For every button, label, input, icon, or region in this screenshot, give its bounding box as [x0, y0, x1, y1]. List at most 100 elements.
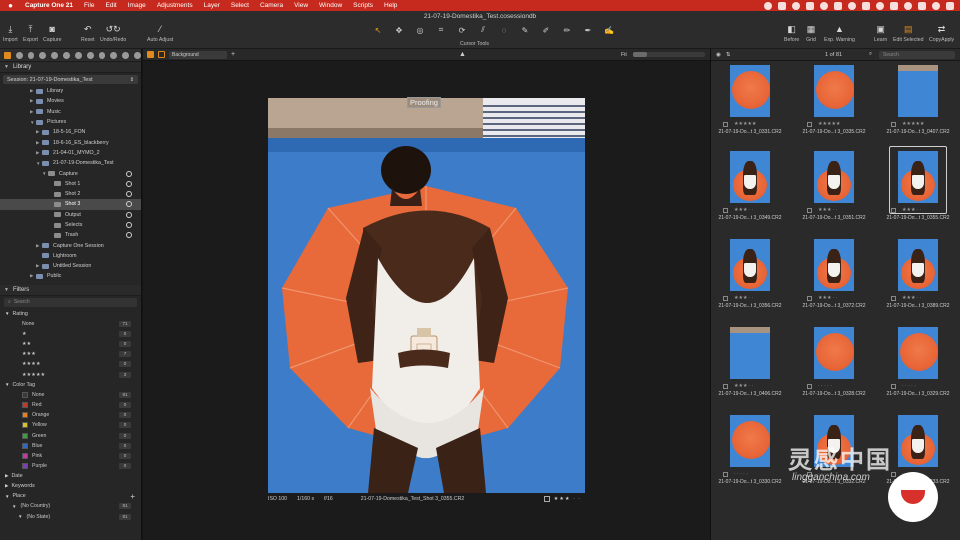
select-checkbox-icon[interactable] [723, 471, 728, 477]
select-checkbox-icon[interactable] [807, 383, 812, 389]
tree-item[interactable]: ▶ Untitled Session [0, 261, 141, 271]
main-photo[interactable] [268, 98, 585, 493]
viewer-single-icon[interactable] [158, 51, 165, 58]
tree-item-shot[interactable]: Shot 1 [0, 179, 141, 189]
status-tray-icon[interactable] [946, 1, 954, 10]
pointer-tool-icon[interactable]: ↖ [372, 25, 384, 35]
loupe-tool-icon[interactable]: ◎ [414, 25, 426, 35]
output-tab-icon[interactable] [110, 51, 118, 59]
pan-tool-icon[interactable]: ✥ [393, 25, 405, 35]
style-tab-icon[interactable] [63, 51, 70, 59]
color-tag-filter-row[interactable]: Orange 0 [0, 410, 141, 420]
status-tray-icon[interactable] [806, 1, 814, 10]
rating-filter-row[interactable]: ★ 0 [0, 329, 141, 339]
keystone-tool-icon[interactable]: ⫽ [477, 25, 489, 35]
picker-tool-icon[interactable]: ✎ [519, 25, 531, 35]
auto-adjust-button[interactable]: ⁄ Auto Adjust [147, 24, 173, 43]
import-button[interactable]: ⤓ Import [3, 24, 18, 44]
select-checkbox-icon[interactable] [723, 207, 728, 213]
rating-filter-row[interactable]: ★★★ 7 [0, 349, 141, 359]
color-tab-icon[interactable] [39, 51, 47, 59]
warning-icon[interactable]: ▲ [459, 51, 466, 58]
place-section-header[interactable]: ▼ Place + [0, 491, 141, 501]
eraser-tool-icon[interactable]: ✏ [561, 25, 573, 35]
status-tray-icon[interactable] [834, 1, 842, 10]
tree-item-output[interactable]: Output [0, 210, 141, 220]
menu-file[interactable]: File [84, 2, 94, 9]
menu-app-name[interactable]: Capture One 21 [25, 2, 73, 9]
select-checkbox-icon[interactable] [807, 121, 812, 127]
tree-item[interactable]: ▶ 18-5-16_FON [0, 127, 141, 137]
gradient-tool-icon[interactable]: ✒ [582, 25, 594, 35]
batch-tab-icon[interactable] [122, 51, 130, 59]
add-icon[interactable]: + [130, 492, 135, 501]
menu-select[interactable]: Select [231, 2, 249, 9]
eye-icon[interactable]: ◉ [716, 52, 721, 58]
edit-selected-button[interactable]: ▤ Edit Selected [893, 24, 924, 44]
status-tray-icon[interactable] [918, 1, 926, 10]
menu-adjustments[interactable]: Adjustments [157, 2, 193, 9]
tree-item-trash[interactable]: Trash [0, 230, 141, 240]
thumbnail-stars[interactable]: ★★★★★ [902, 121, 924, 127]
background-style-select[interactable]: Background [169, 50, 227, 59]
brush-tool-icon[interactable]: ✐ [540, 25, 552, 35]
zoom-fit-label[interactable]: Fit [621, 52, 627, 58]
metadata-tab-icon[interactable] [98, 51, 106, 59]
menu-layer[interactable]: Layer [204, 2, 220, 9]
spot-tool-icon[interactable]: ◌ [498, 25, 510, 35]
select-checkbox-icon[interactable] [723, 383, 728, 389]
rating-section-header[interactable]: ▼ Rating [0, 309, 141, 319]
menu-view[interactable]: View [294, 2, 308, 9]
tree-item-selects[interactable]: Selects [0, 220, 141, 230]
tree-item[interactable]: ▼ 21-07-19-Domestika_Test [0, 158, 141, 168]
rotate-tool-icon[interactable]: ⟳ [456, 25, 468, 35]
session-selector[interactable]: Session: 21-07-19-Domestika_Test ⇕ [3, 75, 138, 84]
thumbnail[interactable]: ★★★ · · 21-07-19-Do...t 3_0351.CR2 [795, 149, 871, 237]
viewer-mode-icon[interactable] [147, 51, 154, 58]
select-checkbox-icon[interactable] [723, 121, 728, 127]
rating-filter-row[interactable]: ★★★★★ 3 [0, 370, 141, 380]
thumbnail-stars[interactable]: ★★★★★ [818, 121, 840, 127]
thumbnail-stars[interactable]: ★★★ · · [818, 295, 838, 301]
thumbnail-stars[interactable]: ★★★ · · [902, 207, 922, 213]
tree-item[interactable]: ▶ Movies [0, 96, 141, 106]
color-tag-section-header[interactable]: ▼ Color Tag [0, 380, 141, 390]
select-checkbox-icon[interactable] [807, 295, 812, 301]
undo-redo-button[interactable]: ↺↻ Undo/Redo [100, 24, 126, 44]
select-checkbox-icon[interactable] [543, 495, 550, 502]
browser-search-input[interactable]: Search [879, 51, 955, 59]
color-tag-filter-row[interactable]: Blue 0 [0, 441, 141, 451]
tree-item[interactable]: ▶ 18-6-16_ES_blackberry [0, 137, 141, 147]
export-button[interactable]: ⤒ Export [23, 24, 38, 44]
exposure-warning-button[interactable]: ▲ Exp. Warning [824, 24, 855, 43]
status-tray-icon[interactable] [904, 1, 912, 10]
settings-tab-icon[interactable] [134, 51, 141, 59]
thumbnail-stars[interactable]: · · · · · [818, 383, 832, 389]
thumbnail[interactable]: ★★★ · · 21-07-19-Do...t 3_0355.CR2 [879, 146, 955, 237]
select-checkbox-icon[interactable] [891, 121, 896, 127]
add-icon[interactable]: + [231, 51, 235, 58]
status-tray-icon[interactable] [862, 1, 870, 10]
reset-button[interactable]: ↶ Reset [81, 24, 95, 44]
grid-button[interactable]: ▦ Grid [806, 24, 816, 44]
thumbnail-stars[interactable]: ★★★ · · [734, 207, 754, 213]
tree-item[interactable]: ▼ Pictures [0, 117, 141, 127]
select-checkbox-icon[interactable] [723, 295, 728, 301]
copy-apply-button[interactable]: ⇄ CopyApply [929, 24, 954, 44]
status-tray-icon[interactable] [890, 1, 898, 10]
library-tab-icon[interactable] [4, 51, 11, 59]
capture-button[interactable]: ◙ Capture [43, 24, 61, 43]
thumbnail[interactable]: · · · · · 21-07-19-Do...t 3_0329.CR2 [879, 325, 955, 413]
status-tray-icon[interactable] [932, 1, 940, 10]
thumbnail-stars[interactable]: ★★★ · · [734, 295, 754, 301]
status-tray-icon[interactable] [764, 1, 772, 10]
status-tray-icon[interactable] [848, 1, 856, 10]
tree-item[interactable]: ▶ 21-04-01_MYMO_2 [0, 148, 141, 158]
thumbnail[interactable]: ★★★ · · 21-07-19-Do...t 3_0349.CR2 [711, 149, 787, 237]
thumbnail[interactable]: ★★★ · · 21-07-19-Do...t 3_0372.CR2 [795, 237, 871, 325]
color-tag-filter-row[interactable]: Pink 0 [0, 451, 141, 461]
status-tray-icon[interactable] [820, 1, 828, 10]
crop-tool-icon[interactable]: ⌗ [435, 25, 447, 35]
date-section-header[interactable]: ▶ Date [0, 471, 141, 481]
tree-item-shot-selected[interactable]: Shot 3 [0, 199, 141, 210]
